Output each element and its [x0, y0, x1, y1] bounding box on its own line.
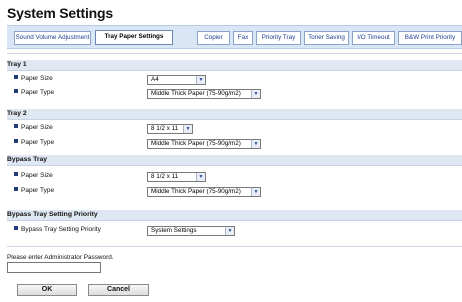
- tab-sound-volume-adjustment[interactable]: Sound Volume Adjustment: [14, 31, 91, 45]
- square-bullet-icon: [14, 89, 18, 93]
- page-title: System Settings: [7, 5, 113, 21]
- tray2-heading: Tray 2: [7, 110, 27, 117]
- bypass-priority-select[interactable]: System Settings ▼: [147, 226, 235, 236]
- tab-toner-saving[interactable]: Toner Saving: [304, 31, 349, 45]
- chevron-down-icon: ▼: [225, 227, 234, 235]
- password-label: Please enter Administrator Password.: [7, 254, 114, 261]
- chevron-down-icon: ▼: [251, 90, 260, 98]
- chevron-down-icon: ▼: [251, 140, 260, 148]
- tray1-heading: Tray 1: [7, 61, 27, 68]
- bypass-priority-heading: Bypass Tray Setting Priority: [7, 211, 98, 218]
- square-bullet-icon: [14, 172, 18, 176]
- tab-bar: Sound Volume Adjustment Tray Paper Setti…: [7, 25, 462, 49]
- tray1-section-bar: [7, 60, 462, 71]
- square-bullet-icon: [14, 187, 18, 191]
- tray2-paper-size-label: Paper Size: [14, 124, 53, 131]
- tab-io-timeout[interactable]: I/O Timeout: [352, 31, 395, 45]
- bypass-paper-type-label: Paper Type: [14, 187, 54, 194]
- bypass-paper-type-select[interactable]: Middle Thick Paper (75-90g/m2) ▼: [147, 187, 261, 197]
- square-bullet-icon: [14, 226, 18, 230]
- tray1-paper-size-select[interactable]: A4 ▼: [147, 75, 206, 85]
- bypass-section-bar: [7, 155, 462, 166]
- bypass-priority-label: Bypass Tray Setting Priority: [14, 226, 101, 233]
- cancel-button[interactable]: Cancel: [88, 284, 149, 296]
- admin-password-input[interactable]: [7, 262, 101, 273]
- tray2-paper-type-label: Paper Type: [14, 139, 54, 146]
- bypass-heading: Bypass Tray: [7, 156, 48, 163]
- tray1-paper-size-label: Paper Size: [14, 75, 53, 82]
- tab-tray-paper-settings[interactable]: Tray Paper Settings: [95, 30, 173, 45]
- square-bullet-icon: [14, 124, 18, 128]
- tab-bw-print-priority[interactable]: B&W Print Priority: [398, 31, 462, 45]
- chevron-down-icon: ▼: [196, 173, 205, 181]
- chevron-down-icon: ▼: [251, 188, 260, 196]
- bypass-paper-size-select[interactable]: 8 1/2 x 11 ▼: [147, 172, 206, 182]
- tray2-paper-type-select[interactable]: Middle Thick Paper (75-90g/m2) ▼: [147, 139, 261, 149]
- square-bullet-icon: [14, 75, 18, 79]
- tray2-paper-size-select[interactable]: 8 1/2 x 11 ▼: [147, 124, 193, 134]
- divider: [7, 246, 462, 247]
- tray1-paper-type-select[interactable]: Middle Thick Paper (75-90g/m2) ▼: [147, 89, 261, 99]
- chevron-down-icon: ▼: [183, 125, 192, 133]
- tray2-section-bar: [7, 109, 462, 120]
- tab-fax[interactable]: Fax: [233, 31, 253, 45]
- tab-copier[interactable]: Copier: [197, 31, 230, 45]
- tab-priority-tray[interactable]: Priority Tray: [256, 31, 301, 45]
- chevron-down-icon: ▼: [196, 76, 205, 84]
- ok-button[interactable]: OK: [17, 284, 77, 296]
- tray1-paper-type-label: Paper Type: [14, 89, 54, 96]
- divider: [7, 53, 462, 54]
- bypass-paper-size-label: Paper Size: [14, 172, 53, 179]
- square-bullet-icon: [14, 139, 18, 143]
